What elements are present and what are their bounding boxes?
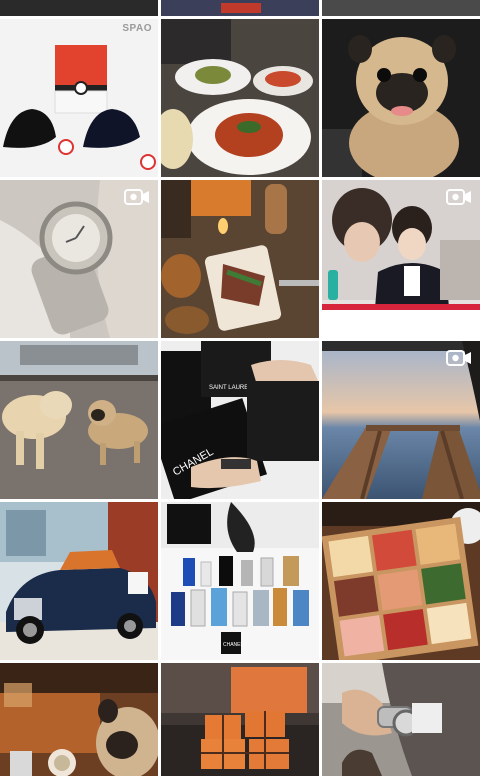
video-camera-icon [446, 189, 471, 205]
grid-tile-partial[interactable] [322, 0, 480, 16]
tile-photo [161, 19, 319, 177]
grid-tile[interactable] [161, 19, 319, 177]
tile-photo [161, 180, 319, 338]
grid-tile[interactable] [0, 180, 158, 338]
grid-tile[interactable] [322, 341, 480, 499]
video-camera-icon [124, 189, 149, 205]
grid-tile[interactable]: CHANEL [161, 502, 319, 660]
tile-photo [161, 663, 319, 776]
grid-tile[interactable] [0, 663, 158, 776]
svg-text:CHANEL: CHANEL [223, 642, 244, 648]
tile-photo [0, 341, 158, 499]
tile-photo [0, 19, 158, 177]
grid-tile[interactable] [322, 663, 480, 776]
tile-photo [0, 663, 158, 776]
tile-photo [322, 19, 480, 177]
grid-tile-partial[interactable] [0, 0, 158, 16]
grid-tile[interactable] [0, 341, 158, 499]
grid-tile[interactable] [0, 502, 158, 660]
grid-tile[interactable] [161, 663, 319, 776]
video-camera-icon [446, 350, 471, 366]
tile-photo: SAINT LAURENT CHANEL [161, 341, 319, 499]
grid-tile[interactable]: SAINT LAURENT CHANEL [161, 341, 319, 499]
brand-watermark: SPAO [122, 23, 152, 34]
tile-photo [322, 663, 480, 776]
grid-tile[interactable]: SPAO [0, 19, 158, 177]
grid-tile[interactable] [322, 180, 480, 338]
tile-photo [0, 502, 158, 660]
grid-tile-partial[interactable] [161, 0, 319, 16]
tile-photo: CHANEL [161, 502, 319, 660]
tile-photo [322, 502, 480, 660]
photo-grid: SPAO SAINT LAURENT CHANEL CHANEL [0, 0, 480, 776]
grid-tile[interactable] [322, 502, 480, 660]
grid-tile[interactable] [161, 180, 319, 338]
grid-tile[interactable] [322, 19, 480, 177]
